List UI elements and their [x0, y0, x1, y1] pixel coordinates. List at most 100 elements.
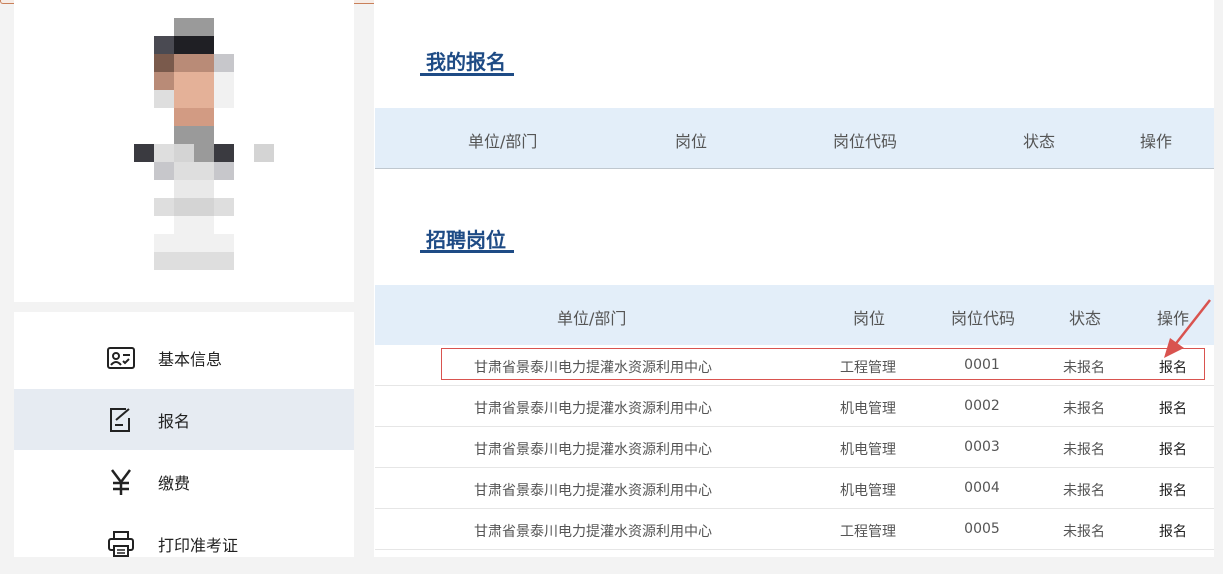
avatar-pixel: [214, 252, 234, 270]
avatar-pixel: [214, 54, 234, 72]
table-row: 甘肃省景泰川电力提灌水资源利用中心 机电管理 0004 未报名 报名: [375, 468, 1214, 509]
avatar-pixel: [154, 72, 174, 90]
column-header-unit: 单位/部门: [557, 309, 627, 328]
register-button[interactable]: 报名: [1159, 357, 1187, 377]
cell-code: 0005: [964, 521, 1000, 537]
avatar-pixel: [214, 72, 234, 90]
avatar-pixel: [194, 108, 214, 126]
avatar-pixel: [194, 72, 214, 90]
table-row: 甘肃省景泰川电力提灌水资源利用中心 机电管理 0002 未报名 报名: [375, 386, 1214, 427]
title-underline: [420, 73, 514, 76]
column-header-status: 状态: [1023, 132, 1056, 151]
column-header-status: 状态: [1069, 309, 1102, 328]
avatar-pixel: [174, 198, 194, 216]
cell-code: 0004: [964, 480, 1000, 496]
avatar-pixel: [214, 90, 234, 108]
avatar-pixel: [134, 144, 154, 162]
sidebar-item-print-admission[interactable]: 打印准考证: [14, 513, 354, 574]
register-button[interactable]: 报名: [1159, 480, 1187, 500]
avatar-pixel: [174, 252, 194, 270]
id-card-icon: [106, 343, 136, 373]
avatar-pixel: [154, 162, 174, 180]
avatar-pixel: [174, 162, 194, 180]
avatar-pixel: [174, 126, 194, 144]
avatar-pixel: [174, 144, 194, 162]
avatar-pixel: [174, 36, 194, 54]
register-button[interactable]: 报名: [1159, 398, 1187, 418]
edit-form-icon: [106, 405, 136, 435]
my-registration-title: 我的报名: [426, 50, 506, 74]
cell-status: 未报名: [1063, 360, 1105, 376]
avatar-pixel: [174, 180, 194, 198]
avatar-pixel: [214, 198, 234, 216]
cell-unit: 甘肃省景泰川电力提灌水资源利用中心: [474, 442, 712, 458]
cell-unit: 甘肃省景泰川电力提灌水资源利用中心: [474, 401, 712, 417]
cell-status: 未报名: [1063, 524, 1105, 540]
cell-status: 未报名: [1063, 401, 1105, 417]
column-header-code: 岗位代码: [951, 309, 1016, 328]
column-header-post: 岗位: [675, 132, 708, 151]
avatar-pixel: [194, 18, 214, 36]
avatar-pixel: [154, 90, 174, 108]
table-row: 甘肃省景泰川电力提灌水资源利用中心 工程管理 0005 未报名 报名: [375, 509, 1214, 550]
avatar-pixel: [154, 54, 174, 72]
avatar-pixel: [174, 54, 194, 72]
title-underline: [420, 250, 514, 253]
cell-post: 工程管理: [840, 524, 896, 540]
page-edge: [1214, 0, 1223, 557]
my-registration-table-header: 单位/部门 岗位 岗位代码 状态 操作: [375, 108, 1214, 169]
cell-post: 机电管理: [840, 483, 896, 499]
positions-table-header: 单位/部门 岗位 岗位代码 状态 操作: [375, 285, 1214, 345]
cell-unit: 甘肃省景泰川电力提灌水资源利用中心: [474, 524, 712, 540]
avatar-pixel: [194, 252, 214, 270]
sidebar-item-register[interactable]: 报名: [14, 389, 354, 450]
avatar-pixel: [194, 198, 214, 216]
sidebar-item-label: 基本信息: [158, 349, 223, 369]
yen-icon: [106, 467, 136, 497]
table-row: 甘肃省景泰川电力提灌水资源利用中心 机电管理 0003 未报名 报名: [375, 427, 1214, 468]
avatar-pixel: [194, 126, 214, 144]
avatar-pixel: [154, 198, 174, 216]
avatar-pixel: [174, 18, 194, 36]
sidebar-item-basic-info[interactable]: 基本信息: [14, 327, 354, 388]
column-header-unit: 单位/部门: [468, 132, 538, 151]
register-button[interactable]: 报名: [1159, 439, 1187, 459]
avatar-pixel: [174, 108, 194, 126]
red-arrow-icon: [1164, 299, 1211, 358]
printer-icon: [106, 529, 136, 559]
avatar-pixel: [154, 144, 174, 162]
cell-post: 工程管理: [840, 360, 896, 376]
avatar-pixel: [214, 144, 234, 162]
avatar-pixel: [174, 216, 194, 234]
sidebar-item-label: 报名: [158, 411, 191, 431]
avatar-pixel: [194, 234, 214, 252]
sidebar-item-label: 缴费: [158, 473, 191, 493]
column-header-action: 操作: [1140, 132, 1173, 151]
register-button[interactable]: 报名: [1159, 521, 1187, 541]
cell-post: 机电管理: [840, 442, 896, 458]
positions-title: 招聘岗位: [426, 228, 506, 252]
avatar-pixel: [174, 234, 194, 252]
avatar-pixel: [154, 36, 174, 54]
column-header-post: 岗位: [853, 309, 886, 328]
cell-unit: 甘肃省景泰川电力提灌水资源利用中心: [474, 483, 712, 499]
sidebar-menu: 基本信息 报名 缴费 打印准考证: [14, 312, 354, 557]
cell-unit: 甘肃省景泰川电力提灌水资源利用中心: [474, 360, 712, 376]
avatar-pixel: [194, 54, 214, 72]
avatar-pixel: [174, 90, 194, 108]
avatar-pixel: [194, 90, 214, 108]
column-header-code: 岗位代码: [833, 132, 898, 151]
sidebar-item-payment[interactable]: 缴费: [14, 451, 354, 512]
avatar: [114, 18, 274, 280]
main-content: 我的报名 单位/部门 岗位 岗位代码 状态 操作 招聘岗位 单位/部门 岗位 岗…: [374, 0, 1214, 557]
avatar-pixel: [194, 162, 214, 180]
avatar-pixel: [214, 162, 234, 180]
avatar-pixel: [174, 72, 194, 90]
sidebar-item-label: 打印准考证: [158, 535, 239, 555]
avatar-pixel: [194, 216, 214, 234]
cell-post: 机电管理: [840, 401, 896, 417]
cell-status: 未报名: [1063, 442, 1105, 458]
cell-status: 未报名: [1063, 483, 1105, 499]
avatar-pixel: [254, 144, 274, 162]
avatar-pixel: [214, 234, 234, 252]
